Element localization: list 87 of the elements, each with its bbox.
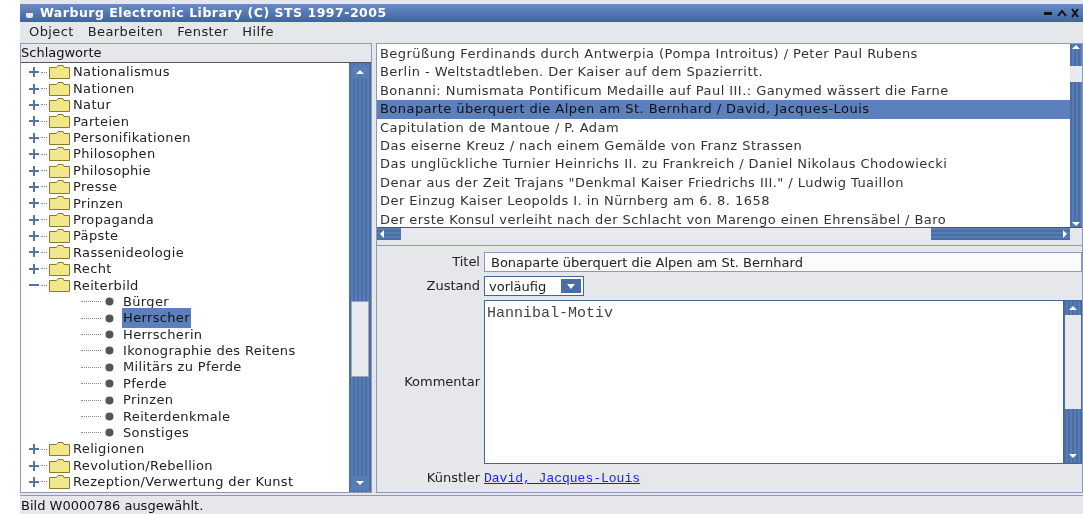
expand-handle-icon[interactable] (29, 116, 39, 127)
folder-icon (49, 147, 70, 162)
maximize-icon[interactable] (1057, 8, 1067, 18)
vertical-scrollbar[interactable] (1070, 44, 1082, 227)
folder-icon (49, 65, 70, 80)
field-label: Künstler (425, 469, 480, 487)
leaf-dot-icon (105, 362, 114, 372)
leaf-dot-icon (105, 346, 114, 356)
down-arrow-icon[interactable] (1072, 221, 1080, 227)
leaf-dot-icon (105, 313, 114, 323)
menu-item[interactable]: Bearbeiten (87, 21, 164, 42)
folder-icon (49, 229, 70, 244)
folder-icon (49, 442, 70, 457)
right-arrow-icon[interactable] (1060, 230, 1070, 238)
expand-handle-icon[interactable] (29, 247, 39, 258)
window-title: Warburg Electronic Library (C) STS 1997-2005 (40, 3, 388, 22)
list-row[interactable]: Berlin - Weltstadtleben. Der Kaiser auf dem Spazierritt. (377, 63, 1070, 82)
folder-icon (49, 81, 70, 96)
menu-item[interactable]: Fenster (177, 21, 229, 42)
scroll-thumb[interactable] (1065, 315, 1081, 409)
leaf-dot-icon (105, 297, 114, 307)
expand-handle-icon[interactable] (29, 181, 39, 192)
title-field[interactable]: Bonaparte überquert die Alpen am St. Bernhard (484, 252, 1082, 272)
up-arrow-icon[interactable] (1067, 305, 1078, 311)
scroll-thumb[interactable] (351, 301, 369, 377)
folder-icon (49, 196, 70, 211)
expand-handle-icon[interactable] (29, 444, 39, 455)
expand-handle-icon[interactable] (29, 198, 39, 209)
folder-icon (49, 245, 70, 260)
expand-handle-icon[interactable] (29, 476, 39, 487)
folder-icon (49, 114, 70, 129)
folder-icon (49, 212, 70, 227)
folder-icon (49, 163, 70, 178)
horizontal-scrollbar[interactable] (377, 228, 1070, 240)
folder-icon (49, 130, 70, 145)
expand-handle-icon[interactable] (29, 165, 39, 176)
expand-handle-icon[interactable] (29, 231, 39, 242)
expand-handle-icon[interactable] (29, 99, 39, 110)
cup-icon (24, 7, 36, 19)
list-row[interactable]: Bonanni: Numismata Pontificum Medaille auf Paul III.: Ganymed wässert die Farne (377, 81, 1070, 101)
scroll-thumb[interactable] (1070, 66, 1082, 82)
down-arrow-icon[interactable] (355, 480, 365, 486)
leaf-dot-icon (105, 329, 114, 339)
expand-handle-icon[interactable] (29, 214, 39, 225)
close-icon[interactable] (1071, 8, 1079, 18)
leaf-dot-icon (105, 411, 114, 421)
folder-icon (49, 278, 70, 293)
leaf-dot-icon (105, 395, 114, 405)
vertical-scrollbar[interactable] (349, 63, 371, 492)
field-label: Zustand (425, 277, 480, 296)
list-row[interactable]: Bonaparte überquert die Alpen am St. Bernhard / David, Jacques-Louis (377, 100, 1070, 119)
folder-icon (49, 97, 70, 112)
up-arrow-icon[interactable] (1072, 44, 1080, 50)
list-row[interactable]: Das eiserne Kreuz / nach einem Gemälde von Franz Strassen (377, 136, 1070, 156)
expand-handle-icon[interactable] (29, 83, 39, 94)
list-row[interactable]: Denar aus der Zeit Trajans "Denkmal Kaiser Friedrichs III." / Ludwig Tuaillon (377, 173, 1070, 193)
up-arrow-icon[interactable] (355, 69, 365, 75)
expand-handle-icon[interactable] (29, 132, 39, 143)
panel-title: Schlagworte (21, 44, 103, 62)
menu-item[interactable]: Hilfe (242, 21, 274, 42)
list-row[interactable]: Das unglückliche Turnier Heinrichs II. zu Frankreich / Daniel Nikolaus Chodowiecki (377, 155, 1070, 174)
status-bar: Bild W0000786 ausgewählt. (20, 495, 1083, 514)
field-label: Kommentar (403, 373, 480, 392)
list-row[interactable]: Der Einzug Kaiser Leopolds I. in Nürnberg am 6. 8. 1658 (377, 192, 1070, 211)
expand-handle-icon[interactable] (29, 263, 39, 274)
status-dropdown[interactable]: vorläufig (484, 276, 584, 296)
caret-icon[interactable] (567, 283, 575, 289)
list-row[interactable]: Der erste Konsul verleiht nach der Schlacht von Marengo einen Ehrensäbel / Baro (377, 210, 1070, 227)
folder-icon (49, 261, 70, 276)
tree-item[interactable]: Herrscher (122, 308, 191, 328)
vertical-scrollbar[interactable] (1064, 300, 1082, 464)
comment-field[interactable]: Hannibal-Motiv (484, 300, 1064, 464)
field-label: Titel (451, 253, 480, 272)
list-row[interactable]: Begrüßung Ferdinands durch Antwerpia (Pompa Introitus) / Peter Paul Rubens (377, 45, 1070, 64)
scroll-thumb[interactable] (401, 228, 931, 240)
down-arrow-icon[interactable] (1067, 453, 1078, 459)
leaf-dot-icon (105, 428, 114, 438)
artist-link[interactable]: David, Jacques-Louis (484, 471, 641, 486)
leaf-dot-icon (105, 379, 114, 389)
folder-icon (49, 474, 70, 489)
expand-handle-icon[interactable] (29, 67, 39, 78)
folder-icon (49, 458, 70, 473)
expand-handle-icon[interactable] (29, 149, 39, 160)
menu-item[interactable]: Object (29, 21, 74, 42)
expand-handle-icon[interactable] (29, 460, 39, 471)
list-row[interactable]: Capitulation de Mantoue / P. Adam (377, 118, 1070, 137)
folder-icon (49, 179, 70, 194)
